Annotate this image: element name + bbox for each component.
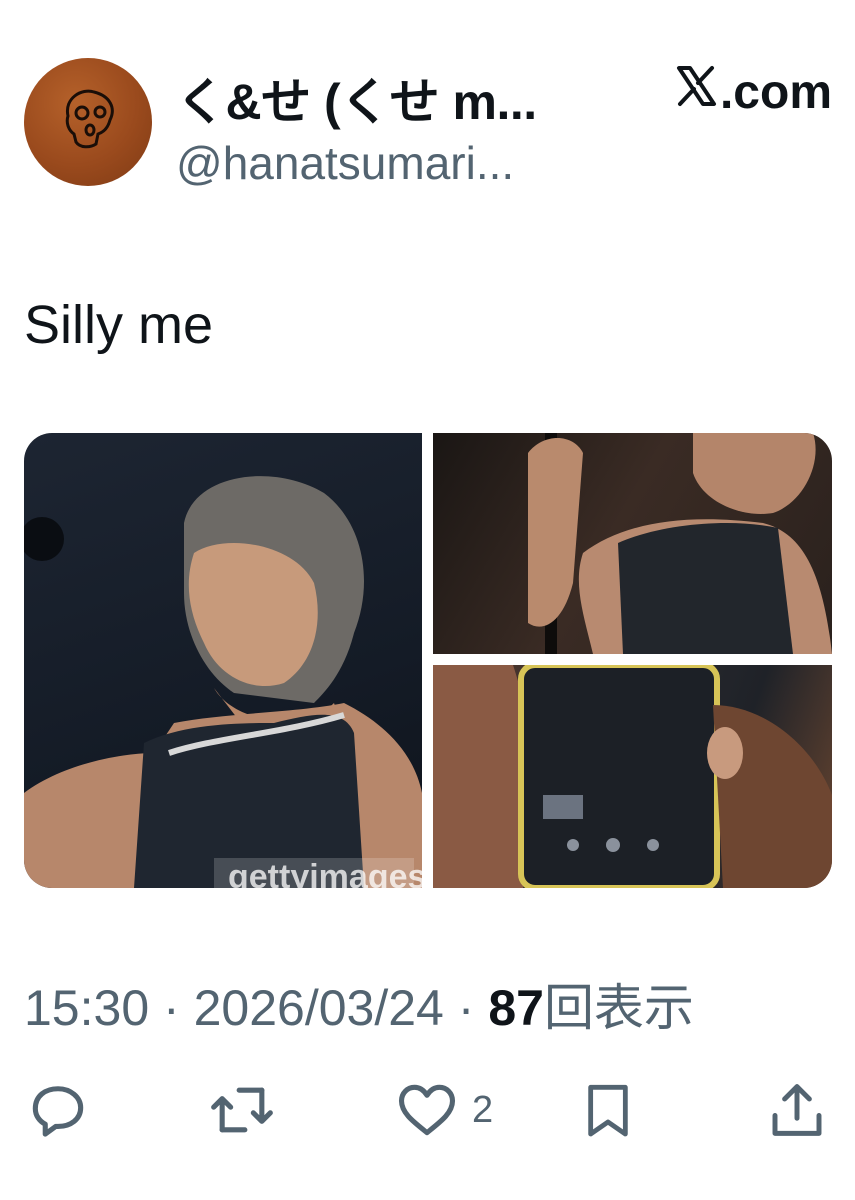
photo-illustration bbox=[528, 433, 832, 654]
bookmark-icon bbox=[588, 1084, 628, 1137]
display-name[interactable]: く&せ (くせ m... bbox=[176, 62, 537, 134]
tweet-metadata: 15:30 · 2026/03/24 · 87回表示 bbox=[24, 968, 694, 1040]
media-photo-2[interactable] bbox=[433, 433, 832, 654]
media-photo-1[interactable]: gettyimages bbox=[24, 433, 422, 888]
reply-icon bbox=[32, 1086, 84, 1137]
retweet-icon bbox=[211, 1087, 273, 1133]
tweet-text: Silly me bbox=[24, 295, 214, 355]
source-label: .com bbox=[719, 65, 832, 119]
reply-button[interactable] bbox=[24, 1070, 92, 1150]
action-bar: 2 bbox=[24, 1070, 832, 1150]
x-logo-icon bbox=[674, 64, 718, 120]
share-icon bbox=[772, 1084, 822, 1136]
source-link[interactable]: .com bbox=[674, 64, 832, 120]
media-photo-3[interactable] bbox=[433, 665, 832, 888]
skull-doodle-icon bbox=[65, 89, 114, 149]
like-button[interactable]: 2 bbox=[392, 1070, 493, 1150]
avatar[interactable] bbox=[24, 58, 152, 186]
bookmark-button[interactable] bbox=[576, 1070, 640, 1150]
user-handle[interactable]: @hanatsumari... bbox=[176, 136, 514, 190]
tweet-time[interactable]: 15:30 bbox=[24, 980, 149, 1036]
tweet-date[interactable]: 2026/03/24 bbox=[194, 980, 444, 1036]
retweet-button[interactable] bbox=[204, 1070, 280, 1150]
getty-watermark: gettyimages bbox=[214, 858, 422, 888]
views-count: 87 bbox=[488, 980, 544, 1036]
views-label: 回表示 bbox=[543, 980, 694, 1036]
separator: · bbox=[163, 980, 180, 1036]
share-button[interactable] bbox=[764, 1070, 830, 1150]
like-count: 2 bbox=[472, 1088, 494, 1131]
tweet-header: く&せ (くせ m... @hanatsumari... .com bbox=[24, 58, 832, 190]
separator: · bbox=[457, 980, 475, 1036]
photo-illustration bbox=[24, 476, 422, 888]
media-grid: gettyimages bbox=[24, 433, 832, 888]
heart-icon bbox=[398, 1084, 456, 1136]
photo-illustration bbox=[433, 665, 832, 888]
